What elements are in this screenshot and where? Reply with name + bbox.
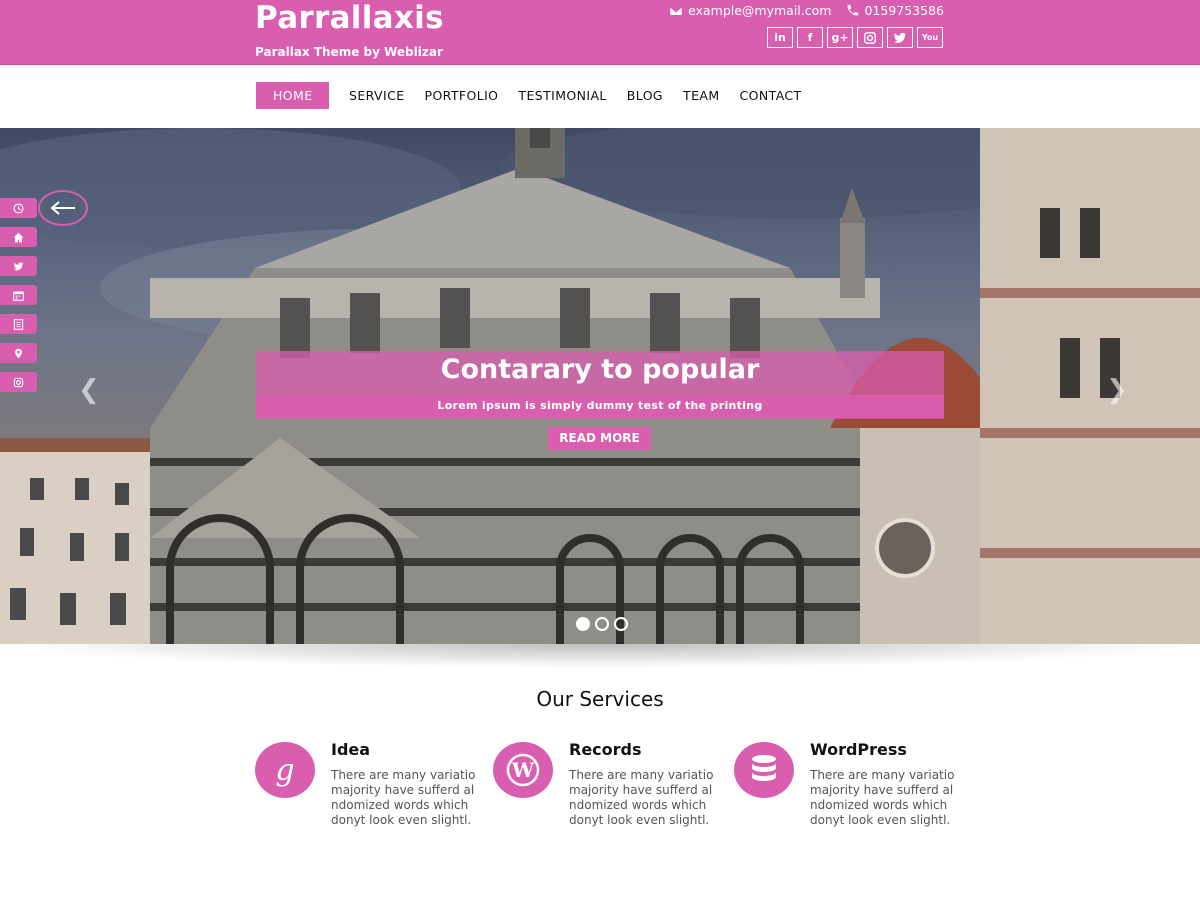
service-name: Idea — [331, 740, 371, 759]
nav-item-testimonial[interactable]: TESTIMONIAL — [518, 82, 606, 109]
nav-item-team[interactable]: TEAM — [683, 82, 719, 109]
youtube-label: You — [921, 33, 939, 42]
document-icon[interactable] — [0, 314, 37, 334]
envelope-icon — [669, 5, 683, 16]
linkedin-icon[interactable]: in — [767, 27, 793, 48]
linkedin-label: in — [774, 31, 786, 44]
facebook-label: f — [807, 31, 813, 44]
nav-item-service[interactable]: SERVICE — [349, 82, 405, 109]
site-tagline: Parallax Theme by Weblizar — [255, 45, 443, 59]
youtube-icon[interactable]: You — [917, 27, 943, 48]
contact-info: example@mymail.com 0159753586 — [669, 3, 944, 18]
facebook-icon[interactable]: f — [797, 27, 823, 48]
slider-pagination — [576, 617, 628, 631]
slider-prev-icon[interactable]: ❮ — [78, 375, 100, 405]
svg-text:W: W — [511, 758, 535, 782]
phone-contact[interactable]: 0159753586 — [845, 3, 944, 18]
twitter-icon[interactable] — [0, 256, 37, 276]
back-arrow-icon[interactable] — [38, 190, 88, 226]
nav-item-blog[interactable]: BLOG — [627, 82, 663, 109]
slide-dot-1[interactable] — [576, 617, 590, 631]
nav-item-home[interactable]: HOME — [256, 82, 329, 109]
main-navigation: HOME SERVICE PORTFOLIO TESTIMONIAL BLOG … — [0, 66, 1200, 128]
google-plus-label: g+ — [831, 31, 849, 44]
read-more-button[interactable]: READ MORE — [548, 427, 651, 450]
hero-subtitle: Lorem ipsum is simply dummy test of the … — [437, 399, 763, 412]
instagram-icon[interactable] — [857, 27, 883, 48]
clock-icon[interactable] — [0, 198, 37, 218]
service-description: There are many variatio majority have su… — [569, 768, 714, 827]
google-plus-icon[interactable]: g+ — [827, 27, 853, 48]
email-contact[interactable]: example@mymail.com — [669, 3, 831, 18]
slider-next-icon[interactable]: ❯ — [1106, 375, 1128, 405]
google-icon: g — [255, 742, 315, 798]
site-title[interactable]: Parrallaxis — [255, 0, 444, 36]
phone-text: 0159753586 — [864, 3, 944, 18]
slide-dot-2[interactable] — [595, 617, 609, 631]
email-text: example@mymail.com — [688, 3, 832, 18]
hero-title: Contarary to popular — [440, 354, 760, 385]
service-name: WordPress — [810, 740, 907, 759]
nav-item-contact[interactable]: CONTACT — [740, 82, 802, 109]
social-links: in f g+ You — [767, 27, 943, 48]
phone-icon — [848, 4, 859, 15]
home-icon[interactable] — [0, 227, 37, 247]
side-icon-bar — [0, 198, 37, 401]
slide-dot-3[interactable] — [614, 617, 628, 631]
instagram-icon[interactable] — [0, 372, 37, 392]
twitter-icon[interactable] — [887, 27, 913, 48]
nav-item-portfolio[interactable]: PORTFOLIO — [425, 82, 499, 109]
hero-shadow — [0, 644, 1200, 668]
calendar-icon[interactable] — [0, 285, 37, 305]
service-description: There are many variatio majority have su… — [331, 768, 476, 827]
top-bar: Parrallaxis Parallax Theme by Weblizar e… — [0, 0, 1200, 65]
database-icon — [734, 742, 794, 798]
service-description: There are many variatio majority have su… — [810, 768, 955, 827]
svg-text:g: g — [275, 753, 294, 787]
service-name: Records — [569, 740, 642, 759]
wordpress-icon: W — [493, 742, 553, 798]
location-icon[interactable] — [0, 343, 37, 363]
services-heading: Our Services — [536, 687, 664, 711]
